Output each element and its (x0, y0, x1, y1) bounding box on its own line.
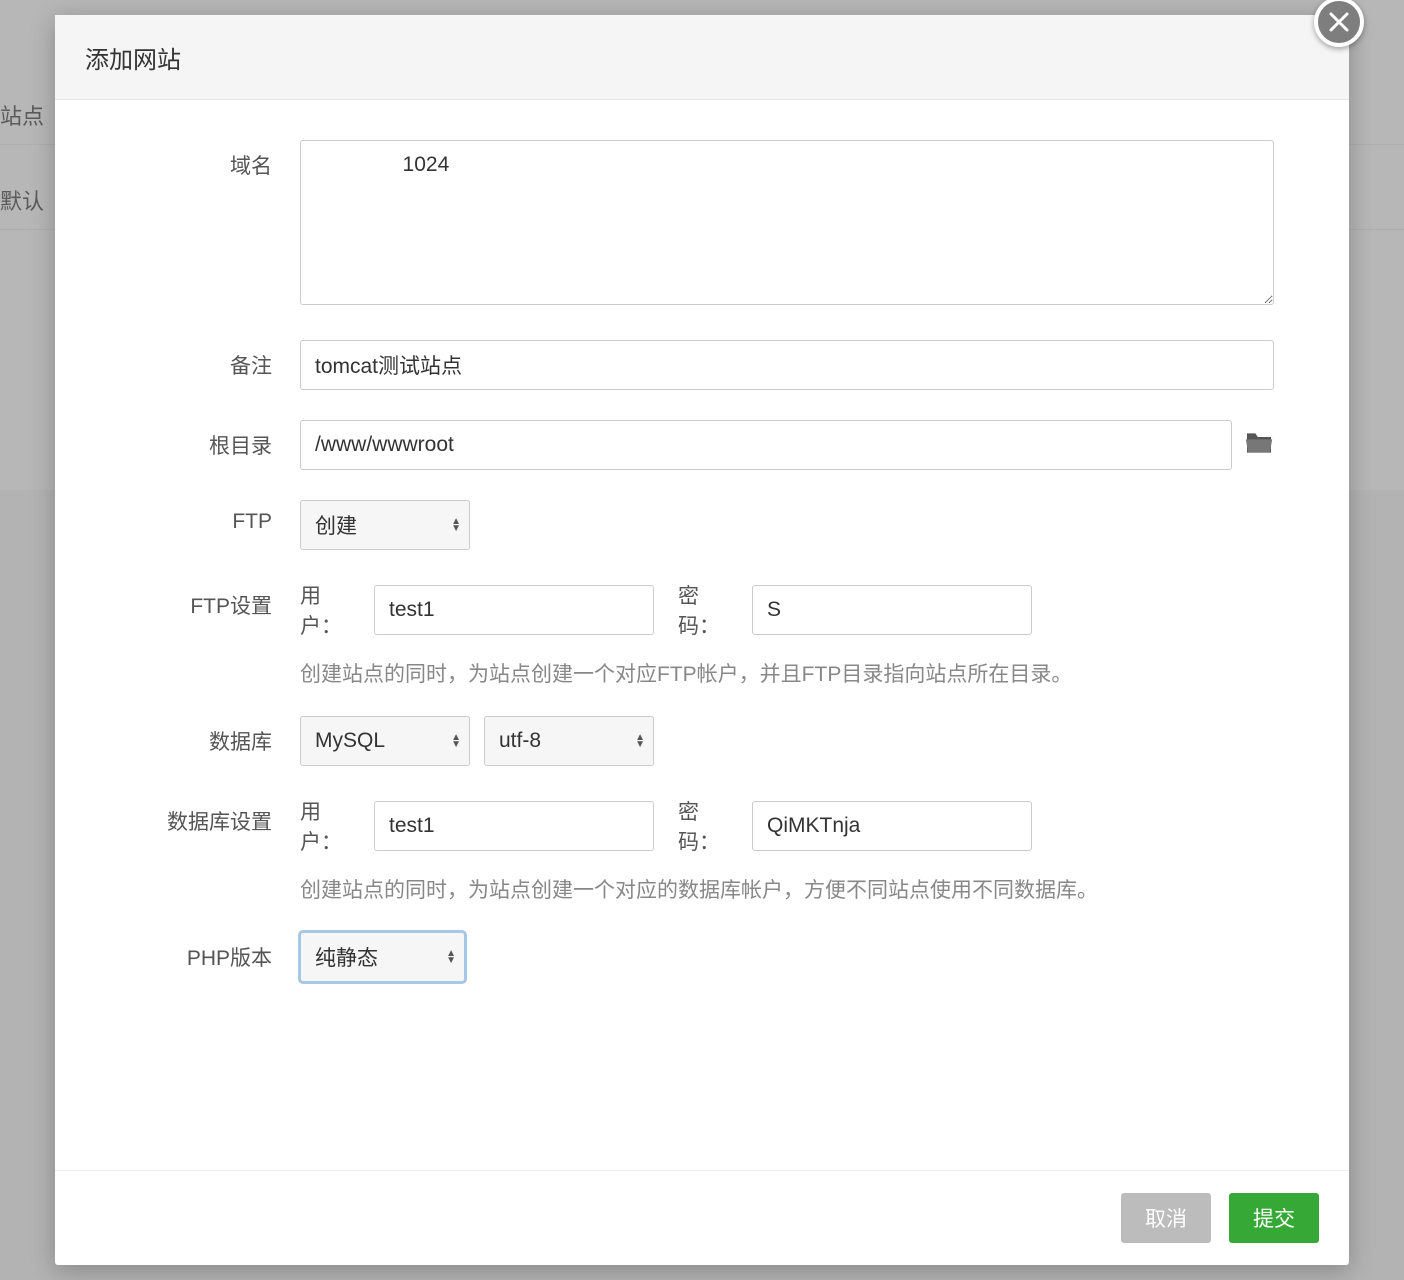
php-version-select[interactable]: 纯静态 ▲▼ (300, 932, 465, 982)
root-label: 根目录 (130, 420, 300, 460)
folder-icon[interactable] (1244, 431, 1274, 460)
close-icon (1327, 10, 1351, 34)
ftp-setting-label: FTP设置 (130, 580, 300, 620)
root-path-input[interactable] (300, 420, 1232, 470)
db-label: 数据库 (130, 716, 300, 756)
database-type-select[interactable]: MySQL ▲▼ (300, 716, 470, 766)
domain-label: 域名 (130, 140, 300, 180)
modal-title: 添加网站 (85, 40, 181, 75)
charset-select[interactable]: utf-8 ▲▼ (484, 716, 654, 766)
modal-header: 添加网站 (55, 15, 1349, 100)
remark-input[interactable] (300, 340, 1274, 390)
db-setting-label: 数据库设置 (130, 796, 300, 836)
php-label: PHP版本 (130, 932, 300, 972)
ftp-hint: 创建站点的同时，为站点创建一个对应FTP帐户，并且FTP目录指向站点所在目录。 (300, 658, 1274, 688)
db-password-label: 密码： (678, 796, 738, 856)
ftp-label: FTP (130, 500, 300, 534)
db-password-input[interactable] (752, 801, 1032, 851)
modal-footer: 取消 提交 (55, 1170, 1349, 1265)
select-arrows-icon: ▲▼ (635, 734, 645, 748)
ftp-password-label: 密码： (678, 580, 738, 640)
db-hint: 创建站点的同时，为站点创建一个对应的数据库帐户，方便不同站点使用不同数据库。 (300, 874, 1274, 904)
db-user-label: 用户： (300, 796, 360, 856)
select-arrows-icon: ▲▼ (451, 734, 461, 748)
ftp-user-label: 用户： (300, 580, 360, 640)
select-arrows-icon: ▲▼ (446, 950, 456, 964)
cancel-button[interactable]: 取消 (1121, 1193, 1211, 1243)
submit-button[interactable]: 提交 (1229, 1193, 1319, 1243)
ftp-password-input[interactable] (752, 585, 1032, 635)
ftp-user-input[interactable] (374, 585, 654, 635)
add-site-modal: 添加网站 域名 备注 根目录 FTP (55, 15, 1349, 1265)
db-user-input[interactable] (374, 801, 654, 851)
ftp-select[interactable]: 创建 ▲▼ (300, 500, 470, 550)
select-arrows-icon: ▲▼ (451, 518, 461, 532)
domain-textarea[interactable] (300, 140, 1274, 305)
remark-label: 备注 (130, 340, 300, 380)
